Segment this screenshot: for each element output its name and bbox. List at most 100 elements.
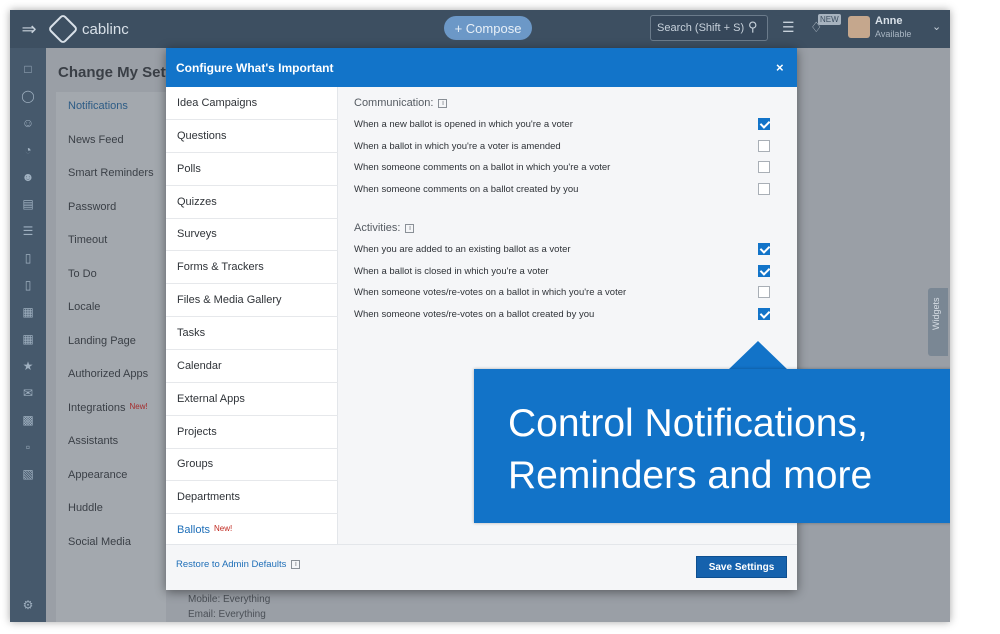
settings-nav-item[interactable]: Landing Page	[68, 335, 136, 347]
users-icon[interactable]: ☻	[10, 170, 46, 184]
settings-nav-item[interactable]: Smart Reminders	[68, 167, 154, 179]
category-item[interactable]: Files & Media Gallery	[166, 284, 338, 318]
close-icon[interactable]: ×	[776, 60, 784, 75]
settings-nav-item[interactable]: Locale	[68, 301, 100, 313]
callout-banner: Control Notifications, Reminders and mor…	[474, 369, 950, 523]
category-item[interactable]: Idea Campaigns	[166, 87, 338, 120]
logo-text: cablinc	[82, 20, 129, 38]
user-icon[interactable]: ☺	[10, 116, 46, 130]
option-label: When someone comments on a ballot create…	[354, 183, 579, 195]
logo[interactable]: cablinc	[47, 13, 129, 45]
settings-nav-item[interactable]: Huddle	[68, 502, 103, 514]
gear-icon[interactable]: ⚙	[10, 598, 46, 612]
notification-summary-line: Email: Everything	[188, 609, 266, 620]
avatar[interactable]	[848, 16, 870, 38]
settings-nav-item[interactable]: Authorized Apps	[68, 368, 148, 380]
callout-arrow	[728, 341, 788, 370]
section-title: Activities: i	[354, 222, 415, 234]
mail-icon[interactable]: ✉	[10, 386, 46, 400]
user-name[interactable]: Anne	[875, 15, 903, 27]
settings-nav-item[interactable]: Assistants	[68, 435, 118, 447]
user-status: Available	[875, 29, 912, 39]
option-label: When someone comments on a ballot in whi…	[354, 162, 611, 173]
search-icon[interactable]: ⚲	[748, 19, 758, 35]
page-title: Change My Setti	[58, 64, 175, 81]
bar-chart-icon[interactable]: ▩	[10, 413, 46, 427]
option-checkbox[interactable]	[758, 243, 770, 255]
new-badge: New!	[129, 401, 148, 411]
trophy-icon[interactable]: ★	[10, 359, 46, 373]
chevron-down-icon[interactable]: ⌄	[932, 20, 941, 33]
calendar-icon[interactable]: ▦	[10, 305, 46, 319]
info-icon[interactable]: i	[405, 223, 415, 233]
document-icon[interactable]: ▯	[10, 251, 46, 265]
category-item[interactable]: Tasks	[166, 317, 338, 350]
settings-nav-item[interactable]: Social Media	[68, 536, 131, 548]
list-icon[interactable]: ☰	[10, 224, 46, 238]
callout-text: Control Notifications, Reminders and mor…	[508, 398, 950, 502]
notification-summary-line: Mobile: Everything	[188, 594, 271, 605]
option-checkbox[interactable]	[758, 307, 770, 320]
category-item[interactable]: Departments	[166, 481, 338, 515]
callout-line-2: Reminders and more	[508, 454, 873, 497]
option-label: When someone votes/re-votes on a ballot …	[354, 287, 627, 298]
option-label: When a ballot is closed in which you're …	[354, 265, 549, 277]
option-checkbox[interactable]	[758, 264, 770, 277]
option-checkbox[interactable]	[758, 182, 770, 195]
category-item[interactable]: Calendar	[166, 350, 338, 383]
option-label: When a new ballot is opened in which you…	[354, 119, 573, 130]
info-icon[interactable]: i	[438, 98, 448, 108]
option-label: When you are added to an existing ballot…	[354, 244, 571, 255]
grid-icon[interactable]: ▦	[10, 332, 46, 346]
widgets-label: Widgets	[931, 297, 941, 330]
settings-nav-item[interactable]: Password	[68, 201, 116, 213]
settings-nav-item[interactable]: To Do	[68, 268, 97, 280]
compose-button[interactable]: + Compose	[444, 16, 532, 40]
file-icon[interactable]: ▯	[10, 278, 46, 292]
category-item[interactable]: External Apps	[166, 383, 338, 416]
settings-nav-item[interactable]: Appearance	[68, 469, 127, 481]
info-icon[interactable]: i	[291, 559, 301, 569]
restore-defaults-link[interactable]: Restore to Admin Defaults i	[176, 559, 301, 570]
category-item[interactable]: Quizzes	[166, 186, 338, 219]
category-list: Idea Campaigns Questions Polls Quizzes Surve…	[166, 87, 338, 548]
modal-title: Configure What's Important	[176, 61, 334, 75]
option-checkbox[interactable]	[758, 286, 770, 298]
layers-icon[interactable]: ☰	[782, 19, 795, 36]
save-settings-button[interactable]: Save Settings	[696, 556, 787, 578]
app-window: ⇒ cablinc + Compose Search (Shift + S) ⚲…	[10, 10, 950, 622]
top-bar: ⇒ cablinc + Compose Search (Shift + S) ⚲…	[10, 10, 950, 48]
new-badge: NEW	[818, 14, 841, 25]
option-checkbox[interactable]	[758, 139, 770, 152]
settings-nav: Notifications News Feed Smart Reminders Pas…	[56, 92, 166, 622]
desk-icon[interactable]: ▧	[10, 467, 46, 481]
settings-nav-item[interactable]: News Feed	[68, 134, 124, 146]
category-item[interactable]: Projects	[166, 416, 338, 449]
category-item[interactable]: Polls	[166, 153, 338, 186]
clipboard-icon[interactable]: ▫	[10, 440, 46, 454]
settings-nav-item[interactable]: Timeout	[68, 234, 107, 246]
icon-rail: □ ◯ ☺ ◔ ☻ ▤ ☰ ▯ ▯ ▦ ▦ ★ ✉ ▩ ▫ ▧ ⚙	[10, 48, 46, 622]
category-item[interactable]: Forms & Trackers	[166, 251, 338, 285]
logo-mark-icon	[47, 13, 79, 45]
menu-toggle-icon[interactable]: ⇒	[10, 10, 48, 48]
section-title: Communication: i	[354, 97, 448, 109]
new-badge: New!	[214, 524, 233, 534]
option-checkbox[interactable]	[758, 161, 770, 173]
settings-nav-item[interactable]: Integrations New!	[68, 402, 148, 414]
settings-nav-item[interactable]: Notifications	[68, 100, 128, 112]
option-label: When a ballot in which you're a voter is…	[354, 140, 561, 152]
modal-footer: Restore to Admin Defaults i Save Settings	[166, 544, 797, 590]
category-item[interactable]: Groups	[166, 448, 338, 482]
option-checkbox[interactable]	[758, 118, 770, 130]
category-item[interactable]: Questions	[166, 120, 338, 153]
globe-icon[interactable]: ◯	[10, 89, 46, 103]
briefcase-icon[interactable]: ▤	[10, 197, 46, 211]
callout-line-1: Control Notifications,	[508, 402, 868, 445]
inbox-icon[interactable]: □	[10, 62, 46, 76]
pie-chart-icon[interactable]: ◔	[10, 143, 46, 157]
modal-header: Configure What's Important ×	[166, 48, 797, 87]
option-label: When someone votes/re-votes on a ballot …	[354, 308, 595, 320]
category-item[interactable]: Ballots New!	[166, 514, 338, 548]
category-item[interactable]: Surveys	[166, 218, 338, 252]
